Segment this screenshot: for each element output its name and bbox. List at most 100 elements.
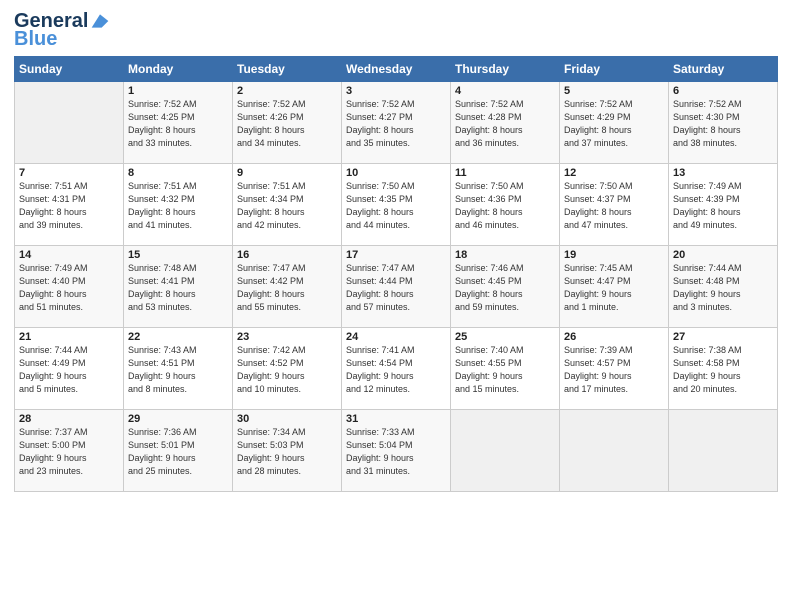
- day-number: 11: [455, 167, 555, 179]
- day-info: Sunrise: 7:47 AMSunset: 4:44 PMDaylight:…: [346, 262, 446, 314]
- day-number: 28: [19, 413, 119, 425]
- day-number: 1: [128, 85, 228, 97]
- day-number: 2: [237, 85, 337, 97]
- day-cell: 26Sunrise: 7:39 AMSunset: 4:57 PMDayligh…: [560, 328, 669, 410]
- day-cell: 14Sunrise: 7:49 AMSunset: 4:40 PMDayligh…: [15, 246, 124, 328]
- day-number: 15: [128, 249, 228, 261]
- day-number: 17: [346, 249, 446, 261]
- day-info: Sunrise: 7:44 AMSunset: 4:48 PMDaylight:…: [673, 262, 773, 314]
- day-cell: 11Sunrise: 7:50 AMSunset: 4:36 PMDayligh…: [451, 164, 560, 246]
- day-info: Sunrise: 7:49 AMSunset: 4:40 PMDaylight:…: [19, 262, 119, 314]
- day-info: Sunrise: 7:34 AMSunset: 5:03 PMDaylight:…: [237, 426, 337, 478]
- day-cell: 12Sunrise: 7:50 AMSunset: 4:37 PMDayligh…: [560, 164, 669, 246]
- day-info: Sunrise: 7:36 AMSunset: 5:01 PMDaylight:…: [128, 426, 228, 478]
- day-number: 16: [237, 249, 337, 261]
- col-header-monday: Monday: [124, 57, 233, 82]
- day-number: 9: [237, 167, 337, 179]
- day-info: Sunrise: 7:49 AMSunset: 4:39 PMDaylight:…: [673, 180, 773, 232]
- logo: General Blue: [14, 10, 110, 50]
- day-info: Sunrise: 7:51 AMSunset: 4:34 PMDaylight:…: [237, 180, 337, 232]
- day-number: 30: [237, 413, 337, 425]
- day-cell: 5Sunrise: 7:52 AMSunset: 4:29 PMDaylight…: [560, 82, 669, 164]
- day-number: 8: [128, 167, 228, 179]
- header: General Blue: [14, 10, 778, 50]
- day-info: Sunrise: 7:46 AMSunset: 4:45 PMDaylight:…: [455, 262, 555, 314]
- day-number: 5: [564, 85, 664, 97]
- week-row-2: 7Sunrise: 7:51 AMSunset: 4:31 PMDaylight…: [15, 164, 778, 246]
- col-header-tuesday: Tuesday: [233, 57, 342, 82]
- day-info: Sunrise: 7:42 AMSunset: 4:52 PMDaylight:…: [237, 344, 337, 396]
- day-cell: 3Sunrise: 7:52 AMSunset: 4:27 PMDaylight…: [342, 82, 451, 164]
- day-number: 10: [346, 167, 446, 179]
- day-info: Sunrise: 7:52 AMSunset: 4:26 PMDaylight:…: [237, 98, 337, 150]
- day-cell: 1Sunrise: 7:52 AMSunset: 4:25 PMDaylight…: [124, 82, 233, 164]
- day-info: Sunrise: 7:52 AMSunset: 4:27 PMDaylight:…: [346, 98, 446, 150]
- day-cell: [560, 410, 669, 492]
- day-cell: [669, 410, 778, 492]
- logo-icon: [90, 11, 110, 31]
- day-cell: 13Sunrise: 7:49 AMSunset: 4:39 PMDayligh…: [669, 164, 778, 246]
- day-info: Sunrise: 7:51 AMSunset: 4:32 PMDaylight:…: [128, 180, 228, 232]
- day-number: 19: [564, 249, 664, 261]
- col-header-thursday: Thursday: [451, 57, 560, 82]
- day-number: 18: [455, 249, 555, 261]
- day-cell: 2Sunrise: 7:52 AMSunset: 4:26 PMDaylight…: [233, 82, 342, 164]
- day-number: 24: [346, 331, 446, 343]
- calendar-table: SundayMondayTuesdayWednesdayThursdayFrid…: [14, 56, 778, 492]
- day-cell: 21Sunrise: 7:44 AMSunset: 4:49 PMDayligh…: [15, 328, 124, 410]
- day-cell: 4Sunrise: 7:52 AMSunset: 4:28 PMDaylight…: [451, 82, 560, 164]
- day-number: 31: [346, 413, 446, 425]
- week-row-1: 1Sunrise: 7:52 AMSunset: 4:25 PMDaylight…: [15, 82, 778, 164]
- day-number: 23: [237, 331, 337, 343]
- logo-text2: Blue: [14, 28, 57, 50]
- day-info: Sunrise: 7:50 AMSunset: 4:36 PMDaylight:…: [455, 180, 555, 232]
- day-number: 26: [564, 331, 664, 343]
- day-cell: 29Sunrise: 7:36 AMSunset: 5:01 PMDayligh…: [124, 410, 233, 492]
- day-number: 13: [673, 167, 773, 179]
- day-number: 20: [673, 249, 773, 261]
- day-cell: 23Sunrise: 7:42 AMSunset: 4:52 PMDayligh…: [233, 328, 342, 410]
- day-cell: 28Sunrise: 7:37 AMSunset: 5:00 PMDayligh…: [15, 410, 124, 492]
- day-info: Sunrise: 7:52 AMSunset: 4:30 PMDaylight:…: [673, 98, 773, 150]
- day-info: Sunrise: 7:52 AMSunset: 4:29 PMDaylight:…: [564, 98, 664, 150]
- day-info: Sunrise: 7:39 AMSunset: 4:57 PMDaylight:…: [564, 344, 664, 396]
- day-info: Sunrise: 7:44 AMSunset: 4:49 PMDaylight:…: [19, 344, 119, 396]
- day-cell: 17Sunrise: 7:47 AMSunset: 4:44 PMDayligh…: [342, 246, 451, 328]
- day-info: Sunrise: 7:43 AMSunset: 4:51 PMDaylight:…: [128, 344, 228, 396]
- header-row: SundayMondayTuesdayWednesdayThursdayFrid…: [15, 57, 778, 82]
- day-cell: 27Sunrise: 7:38 AMSunset: 4:58 PMDayligh…: [669, 328, 778, 410]
- day-info: Sunrise: 7:50 AMSunset: 4:35 PMDaylight:…: [346, 180, 446, 232]
- day-cell: 20Sunrise: 7:44 AMSunset: 4:48 PMDayligh…: [669, 246, 778, 328]
- day-number: 6: [673, 85, 773, 97]
- day-info: Sunrise: 7:50 AMSunset: 4:37 PMDaylight:…: [564, 180, 664, 232]
- day-info: Sunrise: 7:48 AMSunset: 4:41 PMDaylight:…: [128, 262, 228, 314]
- col-header-saturday: Saturday: [669, 57, 778, 82]
- day-number: 14: [19, 249, 119, 261]
- day-cell: 19Sunrise: 7:45 AMSunset: 4:47 PMDayligh…: [560, 246, 669, 328]
- day-number: 27: [673, 331, 773, 343]
- week-row-4: 21Sunrise: 7:44 AMSunset: 4:49 PMDayligh…: [15, 328, 778, 410]
- day-info: Sunrise: 7:52 AMSunset: 4:28 PMDaylight:…: [455, 98, 555, 150]
- day-info: Sunrise: 7:38 AMSunset: 4:58 PMDaylight:…: [673, 344, 773, 396]
- day-number: 7: [19, 167, 119, 179]
- day-number: 21: [19, 331, 119, 343]
- day-info: Sunrise: 7:37 AMSunset: 5:00 PMDaylight:…: [19, 426, 119, 478]
- week-row-3: 14Sunrise: 7:49 AMSunset: 4:40 PMDayligh…: [15, 246, 778, 328]
- day-cell: 6Sunrise: 7:52 AMSunset: 4:30 PMDaylight…: [669, 82, 778, 164]
- day-cell: [451, 410, 560, 492]
- day-cell: 22Sunrise: 7:43 AMSunset: 4:51 PMDayligh…: [124, 328, 233, 410]
- col-header-wednesday: Wednesday: [342, 57, 451, 82]
- col-header-sunday: Sunday: [15, 57, 124, 82]
- day-cell: 9Sunrise: 7:51 AMSunset: 4:34 PMDaylight…: [233, 164, 342, 246]
- day-info: Sunrise: 7:47 AMSunset: 4:42 PMDaylight:…: [237, 262, 337, 314]
- day-cell: [15, 82, 124, 164]
- day-info: Sunrise: 7:40 AMSunset: 4:55 PMDaylight:…: [455, 344, 555, 396]
- calendar-container: General Blue SundayMondayTuesdayWednesda…: [0, 0, 792, 612]
- day-info: Sunrise: 7:41 AMSunset: 4:54 PMDaylight:…: [346, 344, 446, 396]
- day-cell: 7Sunrise: 7:51 AMSunset: 4:31 PMDaylight…: [15, 164, 124, 246]
- day-number: 12: [564, 167, 664, 179]
- day-info: Sunrise: 7:52 AMSunset: 4:25 PMDaylight:…: [128, 98, 228, 150]
- week-row-5: 28Sunrise: 7:37 AMSunset: 5:00 PMDayligh…: [15, 410, 778, 492]
- day-info: Sunrise: 7:51 AMSunset: 4:31 PMDaylight:…: [19, 180, 119, 232]
- day-number: 25: [455, 331, 555, 343]
